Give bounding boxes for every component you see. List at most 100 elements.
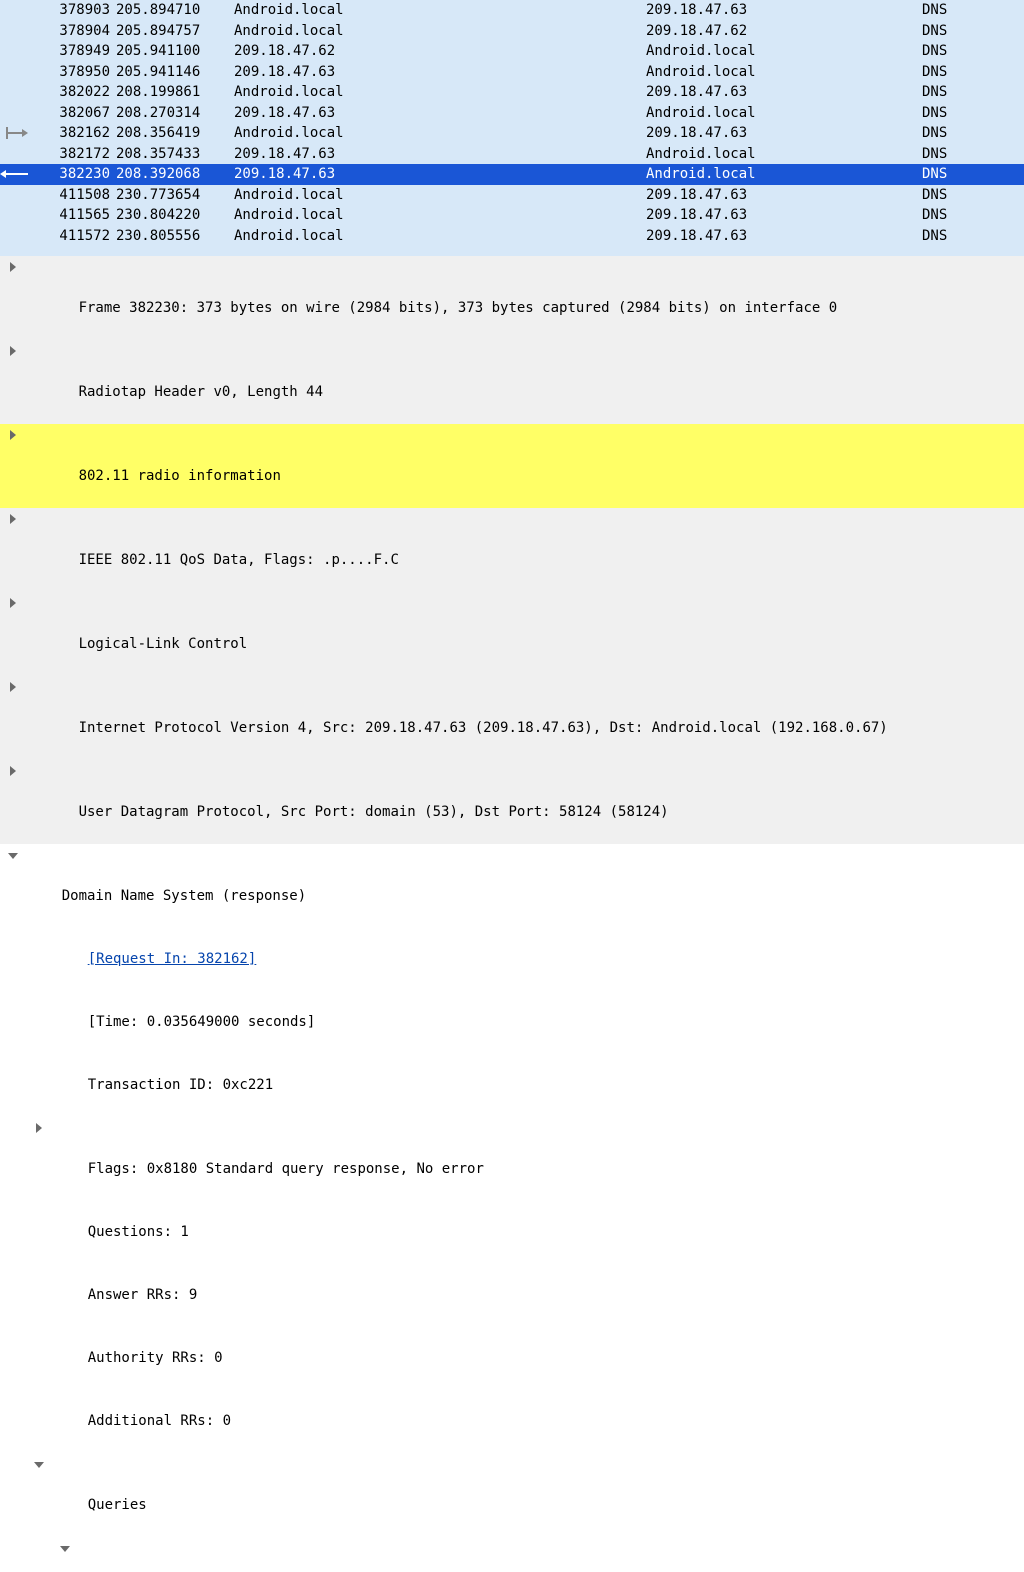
expand-icon[interactable]: [10, 262, 16, 272]
packet-proto: DNS: [922, 0, 982, 21]
detail-radiotap[interactable]: Radiotap Header v0, Length 44: [0, 340, 1024, 424]
packet-gutter: [0, 0, 36, 21]
packet-proto: DNS: [922, 123, 982, 144]
detail-text: User Datagram Protocol, Src Port: domain…: [79, 804, 669, 820]
request-arrow-icon: [0, 123, 36, 144]
packet-dst: 209.18.47.63: [646, 82, 922, 103]
collapse-icon[interactable]: [34, 1462, 44, 1468]
dns-questions[interactable]: Questions: 1: [0, 1201, 1024, 1264]
packet-gutter: [0, 21, 36, 42]
packet-row[interactable]: 411508230.773654Android.local209.18.47.6…: [0, 185, 1024, 206]
dns-query-entry[interactable]: etl.tindersparks.com: type A, class IN: [0, 1537, 1024, 1572]
packet-src: Android.local: [214, 0, 646, 21]
packet-row[interactable]: 411565230.804220Android.local209.18.47.6…: [0, 205, 1024, 226]
packet-proto: DNS: [922, 82, 982, 103]
detail-text: Queries: [88, 1497, 147, 1513]
packet-time: 205.941100: [110, 41, 214, 62]
packet-row[interactable]: 378950205.941146209.18.47.63Android.loca…: [0, 62, 1024, 83]
packet-no: 382067: [40, 103, 110, 124]
detail-frame[interactable]: Frame 382230: 373 bytes on wire (2984 bi…: [0, 256, 1024, 340]
packet-row[interactable]: 382067208.270314209.18.47.63Android.loca…: [0, 103, 1024, 124]
packet-proto: DNS: [922, 226, 982, 247]
detail-text: Questions: 1: [88, 1224, 189, 1240]
detail-text: Internet Protocol Version 4, Src: 209.18…: [79, 720, 888, 736]
packet-no: 382230: [40, 164, 110, 185]
packet-src: 209.18.47.63: [214, 62, 646, 83]
request-in-link[interactable]: [Request In: 382162]: [88, 951, 257, 967]
packet-details-pane[interactable]: Frame 382230: 373 bytes on wire (2984 bi…: [0, 256, 1024, 1572]
packet-dst: Android.local: [646, 103, 922, 124]
detail-llc[interactable]: Logical-Link Control: [0, 592, 1024, 676]
expand-icon[interactable]: [10, 682, 16, 692]
dns-flags[interactable]: Flags: 0x8180 Standard query response, N…: [0, 1117, 1024, 1201]
collapse-icon[interactable]: [60, 1546, 70, 1552]
packet-no: 378903: [40, 0, 110, 21]
expand-icon[interactable]: [10, 346, 16, 356]
packet-row[interactable]: 411572230.805556Android.local209.18.47.6…: [0, 226, 1024, 247]
packet-gutter: [0, 62, 36, 83]
packet-time: 230.805556: [110, 226, 214, 247]
packet-row[interactable]: 382162208.356419Android.local209.18.47.6…: [0, 123, 1024, 144]
dns-time[interactable]: [Time: 0.035649000 seconds]: [0, 991, 1024, 1054]
dns-request-in[interactable]: [Request In: 382162]: [0, 928, 1024, 991]
packet-dst: Android.local: [646, 41, 922, 62]
packet-row[interactable]: 378949205.941100209.18.47.62Android.loca…: [0, 41, 1024, 62]
packet-src: Android.local: [214, 123, 646, 144]
response-arrow-icon: [0, 164, 36, 185]
detail-ieee80211[interactable]: IEEE 802.11 QoS Data, Flags: .p....F.C: [0, 508, 1024, 592]
packet-row[interactable]: 378903205.894710Android.local209.18.47.6…: [0, 0, 1024, 21]
packet-row[interactable]: 382230208.392068209.18.47.63Android.loca…: [0, 164, 1024, 185]
dns-queries[interactable]: Queries: [0, 1453, 1024, 1537]
detail-udp[interactable]: User Datagram Protocol, Src Port: domain…: [0, 760, 1024, 844]
packet-src: 209.18.47.63: [214, 144, 646, 165]
packet-time: 208.356419: [110, 123, 214, 144]
packet-proto: DNS: [922, 144, 982, 165]
packet-time: 230.804220: [110, 205, 214, 226]
packet-time: 208.357433: [110, 144, 214, 165]
packet-list[interactable]: 378903205.894710Android.local209.18.47.6…: [0, 0, 1024, 256]
packet-time: 205.894757: [110, 21, 214, 42]
packet-src: Android.local: [214, 21, 646, 42]
packet-no: 382162: [40, 123, 110, 144]
packet-dst: 209.18.47.63: [646, 185, 922, 206]
packet-proto: DNS: [922, 41, 982, 62]
packet-proto: DNS: [922, 103, 982, 124]
detail-text: Answer RRs: 9: [88, 1287, 198, 1303]
packet-proto: DNS: [922, 164, 982, 185]
detail-ipv4[interactable]: Internet Protocol Version 4, Src: 209.18…: [0, 676, 1024, 760]
expand-icon[interactable]: [10, 766, 16, 776]
dns-authority-rrs[interactable]: Authority RRs: 0: [0, 1327, 1024, 1390]
expand-icon[interactable]: [10, 598, 16, 608]
packet-proto: DNS: [922, 185, 982, 206]
packet-dst: 209.18.47.63: [646, 205, 922, 226]
packet-row[interactable]: 382172208.357433209.18.47.63Android.loca…: [0, 144, 1024, 165]
packet-proto: DNS: [922, 62, 982, 83]
packet-dst: 209.18.47.63: [646, 123, 922, 144]
packet-no: 378950: [40, 62, 110, 83]
detail-text: 802.11 radio information: [79, 468, 281, 484]
expand-icon[interactable]: [10, 430, 16, 440]
expand-icon[interactable]: [10, 514, 16, 524]
packet-dst: Android.local: [646, 164, 922, 185]
expand-icon[interactable]: [36, 1123, 42, 1133]
packet-src: Android.local: [214, 185, 646, 206]
dns-answer-rrs[interactable]: Answer RRs: 9: [0, 1264, 1024, 1327]
detail-80211-radio[interactable]: 802.11 radio information: [0, 424, 1024, 508]
packet-gutter: [0, 205, 36, 226]
packet-gutter: [0, 82, 36, 103]
packet-time: 208.270314: [110, 103, 214, 124]
packet-row[interactable]: 382022208.199861Android.local209.18.47.6…: [0, 82, 1024, 103]
dns-txid[interactable]: Transaction ID: 0xc221: [0, 1054, 1024, 1117]
packet-no: 378904: [40, 21, 110, 42]
collapse-icon[interactable]: [8, 853, 18, 859]
dns-additional-rrs[interactable]: Additional RRs: 0: [0, 1390, 1024, 1453]
packet-proto: DNS: [922, 205, 982, 226]
packet-src: Android.local: [214, 82, 646, 103]
packet-dst: 209.18.47.62: [646, 21, 922, 42]
packet-src: Android.local: [214, 205, 646, 226]
packet-gutter: [0, 144, 36, 165]
packet-row[interactable]: 378904205.894757Android.local209.18.47.6…: [0, 21, 1024, 42]
detail-text: [Time: 0.035649000 seconds]: [88, 1014, 316, 1030]
detail-dns[interactable]: Domain Name System (response): [0, 844, 1024, 928]
packet-src: 209.18.47.62: [214, 41, 646, 62]
